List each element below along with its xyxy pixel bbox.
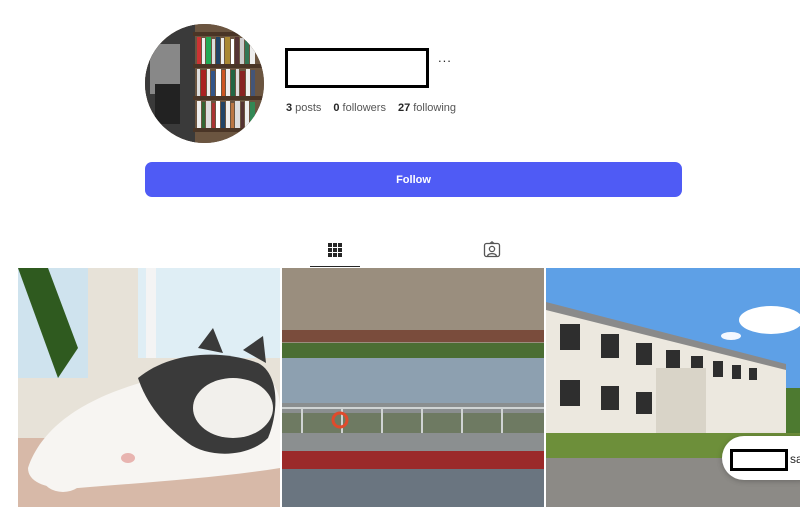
more-options-button[interactable]: ...	[438, 50, 452, 65]
tagged-user-icon	[483, 241, 501, 258]
post-thumbnail[interactable]	[282, 268, 544, 507]
following-stat[interactable]: 27 following	[398, 102, 456, 114]
bookshelf-avatar-image	[145, 24, 264, 143]
chip-redacted	[730, 449, 788, 471]
chip-text: sa	[790, 452, 800, 466]
profile-stats: 3 posts 0 followers 27 following	[286, 102, 456, 114]
posts-stat[interactable]: 3 posts	[286, 102, 321, 114]
sleeping-cat-photo	[18, 268, 280, 507]
river-barge-photo	[282, 268, 544, 507]
tab-posts[interactable]	[310, 234, 360, 267]
username-redacted	[285, 48, 429, 88]
floating-chip[interactable]: sa	[722, 436, 800, 480]
profile-avatar[interactable]	[145, 24, 264, 143]
follow-button[interactable]: Follow	[145, 162, 682, 197]
grid-icon	[328, 243, 342, 257]
post-thumbnail[interactable]	[18, 268, 280, 507]
followers-stat[interactable]: 0 followers	[333, 102, 386, 114]
tab-tagged[interactable]	[467, 234, 517, 266]
